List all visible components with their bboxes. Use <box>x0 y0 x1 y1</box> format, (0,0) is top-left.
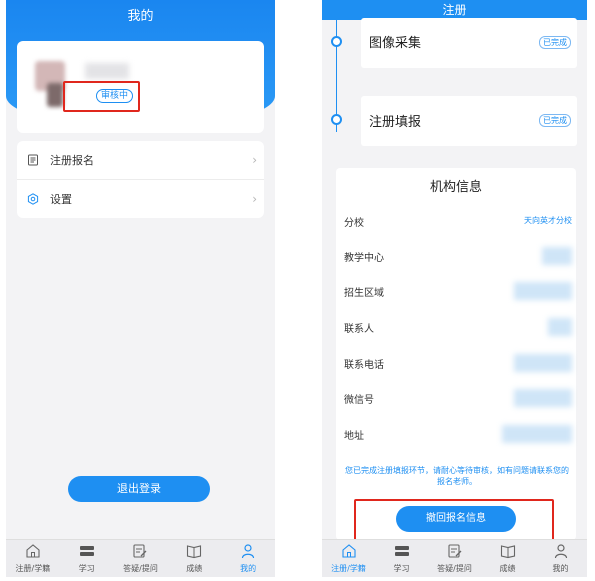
profile-card: 审核中 <box>17 41 264 133</box>
highlight-box <box>63 81 140 112</box>
blurred-value <box>548 318 572 336</box>
person-icon <box>554 544 567 559</box>
tab-mine[interactable]: 我的 <box>221 540 275 577</box>
timeline-dot <box>331 114 342 125</box>
step-card-image-capture[interactable]: 图像采集 已完成 <box>361 18 577 68</box>
step-label: 注册填报 <box>369 115 422 130</box>
tab-registration[interactable]: 注册/学籍 <box>6 540 60 577</box>
tab-label: 学习 <box>78 564 95 573</box>
row-value: 天向英才分校 <box>524 216 572 225</box>
tab-label: 答疑/提问 <box>123 564 158 573</box>
row-label: 教学中心 <box>344 253 384 264</box>
org-row-wechat: 微信号 <box>344 389 572 409</box>
chevron-right-icon: › <box>252 153 257 167</box>
row-label: 招生区域 <box>344 288 384 299</box>
org-info-title: 机构信息 <box>429 180 482 195</box>
tab-qa[interactable]: 答疑/提问 <box>114 540 168 577</box>
tab-label: 注册/学籍 <box>15 564 51 573</box>
highlight-box <box>354 499 554 541</box>
timeline-dot <box>331 36 342 47</box>
org-row-teaching-center: 教学中心 <box>344 247 572 267</box>
org-row-contact: 联系人 <box>344 318 572 338</box>
row-label: 分校 <box>344 218 364 229</box>
org-info-card: 机构信息 分校 天向英才分校 教学中心 招生区域 联系人 联系电话 微信号 地址 <box>336 168 576 540</box>
page-title: 我的 <box>127 9 154 24</box>
edit-icon <box>133 544 147 558</box>
tab-label: 我的 <box>552 564 569 573</box>
logout-button[interactable]: 退出登录 <box>68 476 210 502</box>
tab-grades[interactable]: 成绩 <box>481 540 534 577</box>
blurred-value <box>514 389 572 407</box>
tab-study[interactable]: 学习 <box>375 540 428 577</box>
step-card-registration-form[interactable]: 注册填报 已完成 <box>361 96 577 146</box>
step-label: 图像采集 <box>369 36 422 51</box>
row-label: 联系电话 <box>344 360 384 371</box>
org-row-phone: 联系电话 <box>344 354 572 374</box>
tab-registration[interactable]: 注册/学籍 <box>322 540 375 577</box>
tab-grades[interactable]: 成绩 <box>167 540 221 577</box>
profile-screen: 我的 审核中 注册报名 › 设置 › 退出登录 注册/学籍 学习 答疑/提问 成… <box>6 0 275 577</box>
row-label: 联系人 <box>344 324 374 335</box>
tab-label: 成绩 <box>499 564 516 573</box>
tab-label: 答疑/提问 <box>437 564 472 573</box>
home-icon <box>341 544 356 558</box>
row-label: 地址 <box>344 431 364 442</box>
blurred-value <box>514 354 572 372</box>
header: 注册 <box>322 0 587 20</box>
tab-label: 我的 <box>240 564 257 573</box>
page-title: 注册 <box>442 3 467 17</box>
document-icon <box>26 153 40 167</box>
menu-item-label: 设置 <box>50 193 72 206</box>
row-label: 微信号 <box>344 395 374 406</box>
study-icon <box>79 546 94 556</box>
settings-icon <box>26 192 40 206</box>
book-icon <box>500 545 515 559</box>
blurred-value <box>514 282 572 300</box>
edit-icon <box>447 544 461 558</box>
tab-mine[interactable]: 我的 <box>534 540 587 577</box>
chevron-right-icon: › <box>252 192 257 206</box>
person-icon <box>241 544 255 559</box>
registration-screen: 注册 图像采集 已完成 注册填报 已完成 机构信息 分校 天向英才分校 教学中心… <box>322 0 587 577</box>
tab-bar: 注册/学籍 学习 答疑/提问 成绩 我的 <box>6 539 275 577</box>
home-icon <box>26 544 40 558</box>
blurred-value <box>542 247 572 265</box>
tab-label: 注册/学籍 <box>331 564 366 573</box>
tab-qa[interactable]: 答疑/提问 <box>428 540 481 577</box>
tab-label: 成绩 <box>186 564 203 573</box>
status-badge: 已完成 <box>539 114 571 127</box>
study-icon <box>394 546 409 556</box>
org-row-address: 地址 <box>344 425 572 445</box>
org-row-branch: 分校 天向英才分校 <box>344 212 572 232</box>
book-icon <box>187 545 202 559</box>
menu-item-settings[interactable]: 设置 › <box>17 180 264 218</box>
tab-label: 学习 <box>393 564 410 573</box>
status-badge: 已完成 <box>539 36 571 49</box>
menu-item-registration[interactable]: 注册报名 › <box>17 141 264 179</box>
tab-bar: 注册/学籍 学习 答疑/提问 成绩 我的 <box>322 539 587 577</box>
tab-study[interactable]: 学习 <box>60 540 114 577</box>
status-note: 您已完成注册填报环节，请耐心等待审核，如有问题请联系您的报名老师。 <box>345 466 569 486</box>
menu-card: 注册报名 › 设置 › <box>17 141 264 218</box>
org-row-enrollment-area: 招生区域 <box>344 282 572 302</box>
blurred-value <box>502 425 572 443</box>
blurred-name <box>85 63 129 79</box>
menu-item-label: 注册报名 <box>50 154 94 167</box>
